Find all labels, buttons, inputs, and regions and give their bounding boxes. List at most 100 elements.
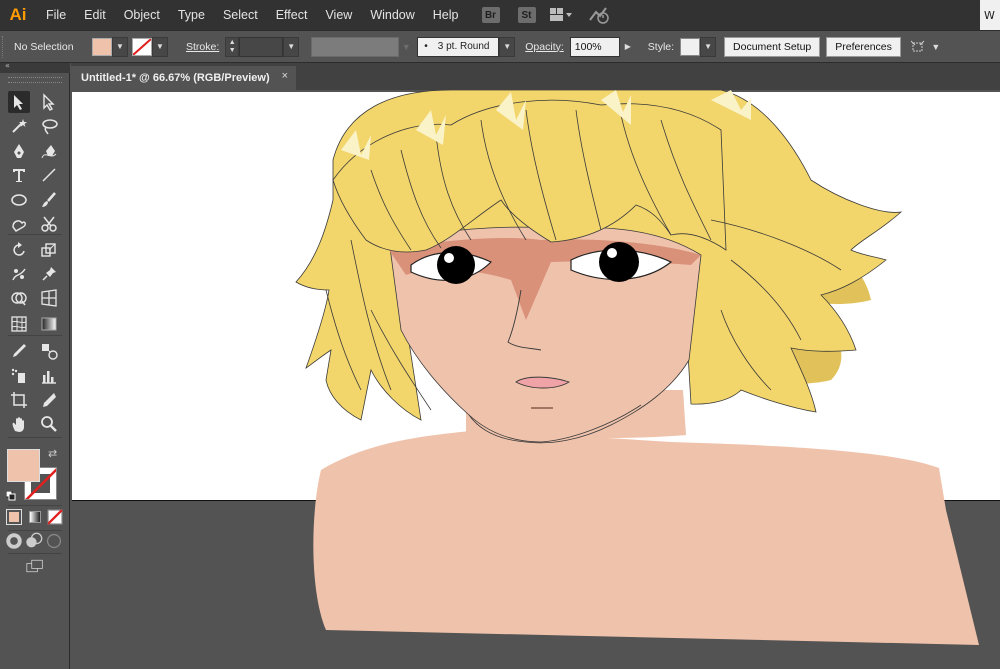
blend-tool[interactable] bbox=[38, 340, 60, 362]
screen-mode-icon[interactable] bbox=[23, 557, 47, 575]
chevron-down-icon[interactable]: ▼ bbox=[112, 36, 128, 57]
gradient-tool[interactable] bbox=[38, 313, 60, 335]
graphic-style-swatch[interactable] bbox=[680, 37, 701, 56]
hand-icon bbox=[12, 417, 24, 432]
puppet-warp-tool[interactable] bbox=[8, 263, 30, 285]
opacity-label[interactable]: Opacity: bbox=[519, 41, 570, 53]
tools-separator bbox=[8, 437, 62, 438]
chevron-down-icon: ▼ bbox=[401, 41, 411, 52]
menu-type[interactable]: Type bbox=[169, 0, 214, 30]
swap-fill-stroke-icon[interactable]: ⇄ bbox=[48, 447, 57, 460]
blend-icon bbox=[42, 344, 58, 360]
transform-options-icon[interactable] bbox=[907, 37, 929, 57]
rotate-icon bbox=[13, 242, 25, 256]
chevron-down-icon[interactable]: ▼ bbox=[700, 36, 717, 57]
mesh-tool[interactable] bbox=[8, 313, 30, 335]
app-logo: Ai bbox=[9, 5, 27, 24]
menu-edit[interactable]: Edit bbox=[75, 0, 115, 30]
pen-icon bbox=[14, 144, 24, 158]
default-fill-stroke-icon[interactable] bbox=[5, 486, 16, 501]
document-setup-button[interactable]: Document Setup bbox=[724, 36, 821, 57]
gpu-performance-icon[interactable] bbox=[586, 5, 612, 25]
stroke-label[interactable]: Stroke: bbox=[180, 41, 225, 53]
bridge-button[interactable]: Br bbox=[481, 7, 500, 23]
shape-builder-tool[interactable] bbox=[8, 287, 30, 309]
direct-selection-tool[interactable] bbox=[38, 91, 60, 113]
close-icon[interactable]: × bbox=[282, 70, 288, 82]
ellipse-tool[interactable] bbox=[8, 189, 30, 211]
shape-builder-icon bbox=[11, 292, 27, 306]
shaper-icon bbox=[12, 220, 26, 232]
magic-wand-tool[interactable] bbox=[8, 115, 30, 137]
draw-inside-icon[interactable] bbox=[45, 532, 63, 550]
brush-dot-icon: • bbox=[424, 41, 428, 52]
stroke-weight-stepper[interactable]: ▲ ▼ bbox=[225, 36, 240, 57]
hand-tool[interactable] bbox=[8, 413, 30, 435]
slice-tool[interactable] bbox=[38, 389, 60, 411]
symbol-sprayer-tool[interactable] bbox=[8, 365, 30, 387]
gradient-icon bbox=[41, 317, 57, 331]
anime-character-artwork[interactable] bbox=[71, 90, 1000, 669]
menu-bar: Ai File Edit Object Type Select Effect V… bbox=[0, 0, 1000, 30]
stroke-none-swatch[interactable] bbox=[132, 37, 152, 56]
chevron-down-icon[interactable]: ▼ bbox=[499, 36, 516, 57]
workspace-switcher[interactable]: W bbox=[980, 0, 1000, 30]
stroke-weight-field[interactable] bbox=[239, 36, 284, 57]
pin-tool[interactable] bbox=[38, 263, 60, 285]
gradient-mode-button[interactable] bbox=[27, 509, 43, 525]
fill-color-dropdown[interactable]: ▼ bbox=[92, 36, 128, 57]
symbol-sprayer-icon bbox=[11, 368, 25, 383]
menu-window[interactable]: Window bbox=[361, 0, 423, 30]
document-tab[interactable]: Untitled-1* @ 66.67% (RGB/Preview) × bbox=[71, 66, 296, 90]
lasso-tool[interactable] bbox=[38, 115, 60, 137]
lasso-icon bbox=[42, 119, 58, 135]
menu-effect[interactable]: Effect bbox=[267, 0, 317, 30]
none-mode-button[interactable] bbox=[47, 509, 63, 525]
variable-width-profile[interactable] bbox=[311, 36, 400, 57]
canvas-area[interactable] bbox=[71, 90, 1000, 669]
menu-help[interactable]: Help bbox=[424, 0, 468, 30]
stock-button[interactable]: St bbox=[517, 7, 536, 23]
collapse-panel-icon[interactable]: « bbox=[5, 61, 10, 70]
column-graph-tool[interactable] bbox=[38, 365, 60, 387]
chevron-down-icon[interactable]: ▼ bbox=[283, 36, 300, 57]
line-segment-tool[interactable] bbox=[38, 164, 60, 186]
tools-panel-grip[interactable] bbox=[8, 77, 62, 83]
rotate-tool[interactable] bbox=[8, 239, 30, 261]
chevron-right-icon[interactable]: ▶ bbox=[619, 36, 636, 57]
menu-view[interactable]: View bbox=[316, 0, 361, 30]
preferences-button[interactable]: Preferences bbox=[826, 36, 901, 57]
draw-behind-icon[interactable] bbox=[25, 532, 43, 550]
arrange-documents-icon[interactable] bbox=[548, 5, 574, 25]
perspective-grid-tool[interactable] bbox=[38, 287, 60, 309]
stroke-color-dropdown[interactable]: ▼ bbox=[132, 36, 168, 57]
type-icon bbox=[13, 169, 25, 182]
brush-definition-field[interactable]: • 3 pt. Round bbox=[417, 36, 500, 57]
scale-tool[interactable] bbox=[38, 239, 60, 261]
pen-tool[interactable] bbox=[8, 140, 30, 162]
fill-color-box-front[interactable] bbox=[7, 449, 40, 482]
chevron-down-icon[interactable]: ▼ bbox=[929, 37, 943, 57]
paintbrush-tool[interactable] bbox=[38, 189, 60, 211]
menu-file[interactable]: File bbox=[36, 0, 75, 30]
draw-normal-icon[interactable] bbox=[5, 532, 23, 550]
color-mode-button[interactable] bbox=[6, 509, 22, 525]
selection-tool[interactable] bbox=[8, 91, 30, 113]
tools-panel-header[interactable]: « bbox=[0, 61, 70, 73]
eyedropper-tool[interactable] bbox=[8, 340, 30, 362]
chevron-down-icon[interactable]: ▼ bbox=[152, 36, 168, 57]
scissors-tool[interactable] bbox=[38, 213, 60, 235]
opacity-field[interactable]: 100% bbox=[569, 36, 620, 57]
artboard-tool[interactable] bbox=[8, 389, 30, 411]
zoom-icon bbox=[41, 416, 57, 432]
curvature-tool[interactable] bbox=[38, 140, 60, 162]
curvature-icon bbox=[41, 145, 57, 159]
menu-object[interactable]: Object bbox=[115, 0, 169, 30]
shoulders-shape bbox=[313, 430, 979, 645]
zoom-tool[interactable] bbox=[38, 413, 60, 435]
fill-swatch[interactable] bbox=[92, 37, 112, 56]
menu-select[interactable]: Select bbox=[214, 0, 267, 30]
scale-icon bbox=[41, 243, 56, 257]
type-tool[interactable] bbox=[8, 164, 30, 186]
shaper-tool[interactable] bbox=[8, 213, 30, 235]
